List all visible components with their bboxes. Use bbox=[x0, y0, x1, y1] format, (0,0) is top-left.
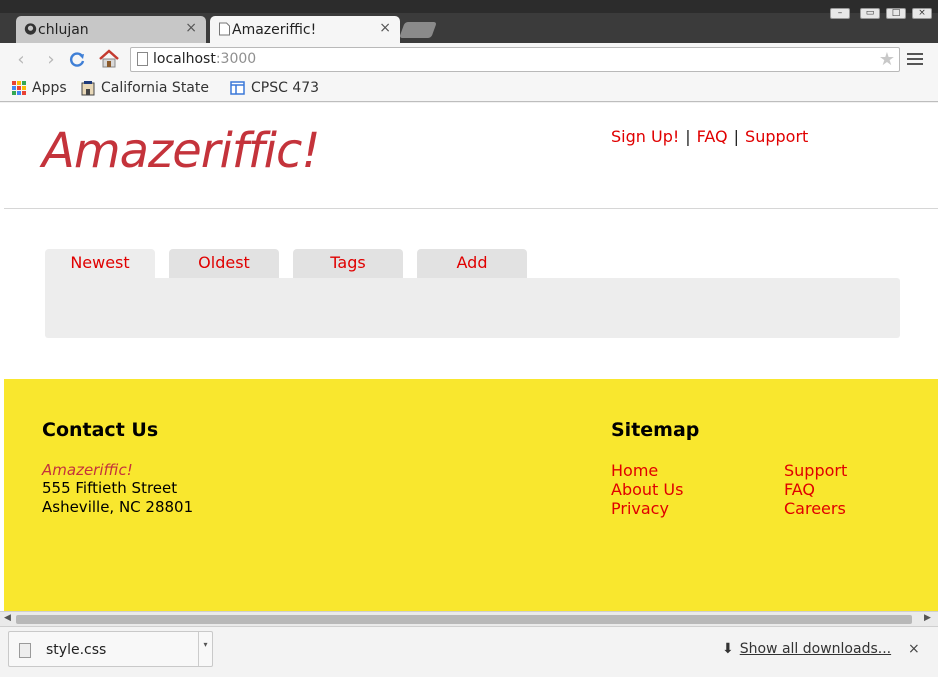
show-all-label: Show all downloads... bbox=[739, 641, 892, 657]
sitemap-heading: Sitemap bbox=[611, 419, 700, 441]
github-icon bbox=[24, 23, 37, 35]
download-filename: style.css bbox=[46, 642, 107, 658]
tab-newest[interactable]: Newest bbox=[45, 249, 155, 281]
minimize-button[interactable]: – bbox=[830, 8, 850, 19]
window-icon bbox=[230, 81, 245, 95]
url-port: :3000 bbox=[215, 51, 257, 67]
contact-company: Amazeriffic! bbox=[42, 461, 133, 479]
sitemap-section: Sitemap Home About Us Privacy Support FA… bbox=[611, 419, 911, 518]
contact-city: Asheville, NC 28801 bbox=[42, 498, 194, 516]
sitemap-link-privacy[interactable]: Privacy bbox=[611, 499, 683, 518]
bookmark-cpsc-473[interactable]: CPSC 473 bbox=[230, 80, 319, 96]
sitemap-link-faq[interactable]: FAQ bbox=[784, 480, 847, 499]
scroll-right-icon[interactable]: ▶ bbox=[924, 613, 931, 623]
browser-tab-amazeriffic[interactable]: Amazeriffic! × bbox=[210, 16, 400, 43]
tab-title: chlujan bbox=[38, 21, 89, 38]
close-tab-icon[interactable]: × bbox=[379, 20, 391, 36]
close-window-button[interactable]: × bbox=[912, 8, 932, 19]
horizontal-scrollbar[interactable]: ◀ ▶ bbox=[0, 611, 938, 626]
download-menu-icon[interactable]: ▾ bbox=[198, 632, 212, 666]
browser-chrome: – ▭ □ × chlujan × Amazeriffic! × ‹ › loc… bbox=[0, 0, 938, 103]
bookmark-label: CPSC 473 bbox=[251, 80, 320, 96]
sitemap-column-2: Support FAQ Careers bbox=[784, 461, 847, 518]
file-icon bbox=[19, 643, 31, 658]
maximize-button[interactable]: □ bbox=[886, 8, 906, 19]
bookmark-apps[interactable]: Apps bbox=[12, 80, 67, 96]
window-top-strip bbox=[0, 0, 938, 13]
support-link[interactable]: Support bbox=[745, 127, 808, 146]
sitemap-link-home[interactable]: Home bbox=[611, 461, 683, 480]
close-tab-icon[interactable]: × bbox=[185, 20, 197, 36]
tab-tags[interactable]: Tags bbox=[293, 249, 403, 279]
nav-separator: | bbox=[685, 127, 691, 146]
bookmark-california-state[interactable]: California State U bbox=[81, 80, 211, 96]
address-bar[interactable]: localhost:3000 ★ bbox=[130, 47, 900, 72]
tab-oldest[interactable]: Oldest bbox=[169, 249, 279, 279]
site-footer: Contact Us Amazeriffic! 555 Fiftieth Str… bbox=[4, 379, 938, 611]
scrollbar-thumb[interactable] bbox=[16, 615, 912, 624]
page-icon bbox=[219, 22, 230, 36]
site-logo: Amazeriffic! bbox=[42, 123, 321, 179]
contact-heading: Contact Us bbox=[42, 419, 159, 441]
bookmark-label: Apps bbox=[32, 80, 67, 96]
sitemap-link-support[interactable]: Support bbox=[784, 461, 847, 480]
page-icon bbox=[137, 52, 148, 66]
contact-section: Contact Us Amazeriffic! 555 Fiftieth Str… bbox=[42, 419, 193, 517]
url-host: localhost bbox=[153, 51, 216, 67]
download-arrow-icon: ⬇ bbox=[722, 641, 734, 657]
chrome-menu-icon[interactable] bbox=[907, 53, 923, 67]
back-icon[interactable]: ‹ bbox=[10, 49, 32, 71]
nav-separator: | bbox=[733, 127, 740, 146]
page-viewport: Amazeriffic! Sign Up! | FAQ | Support Newest… bbox=[4, 103, 938, 611]
contact-street: 555 Fiftieth Street bbox=[42, 479, 178, 497]
browser-toolbar: ‹ › localhost:3000 ★ bbox=[0, 43, 938, 76]
scroll-left-icon[interactable]: ◀ bbox=[4, 613, 11, 623]
sitemap-link-careers[interactable]: Careers bbox=[784, 499, 847, 518]
building-icon bbox=[81, 81, 95, 96]
top-nav: Sign Up! | FAQ | Support bbox=[611, 127, 808, 146]
apps-grid-icon bbox=[12, 81, 26, 95]
faq-link[interactable]: FAQ bbox=[697, 127, 728, 146]
restore-button[interactable]: ▭ bbox=[860, 8, 880, 19]
bookmark-label: California State U bbox=[101, 80, 211, 96]
bookmark-star-icon[interactable]: ★ bbox=[879, 48, 895, 71]
show-all-downloads-link[interactable]: ⬇ Show all downloads... bbox=[722, 641, 891, 657]
tab-content-panel bbox=[45, 278, 900, 338]
forward-icon[interactable]: › bbox=[40, 49, 62, 71]
sitemap-column-1: Home About Us Privacy bbox=[611, 461, 683, 518]
browser-tab-github[interactable]: chlujan × bbox=[16, 16, 206, 43]
site-header: Amazeriffic! Sign Up! | FAQ | Support bbox=[4, 103, 938, 209]
home-icon[interactable] bbox=[98, 49, 120, 69]
sitemap-link-about[interactable]: About Us bbox=[611, 480, 683, 499]
downloads-bar: style.css ▾ ⬇ Show all downloads... × bbox=[0, 626, 938, 677]
signup-link[interactable]: Sign Up! bbox=[611, 127, 679, 146]
tab-title: Amazeriffic! bbox=[232, 21, 317, 38]
bookmarks-bar: Apps California State U CPSC 473 bbox=[0, 76, 938, 102]
reload-icon[interactable] bbox=[68, 51, 86, 69]
tab-add[interactable]: Add bbox=[417, 249, 527, 279]
download-item[interactable]: style.css ▾ bbox=[8, 631, 213, 667]
new-tab-button[interactable] bbox=[399, 22, 437, 38]
close-downloads-icon[interactable]: × bbox=[908, 641, 920, 657]
